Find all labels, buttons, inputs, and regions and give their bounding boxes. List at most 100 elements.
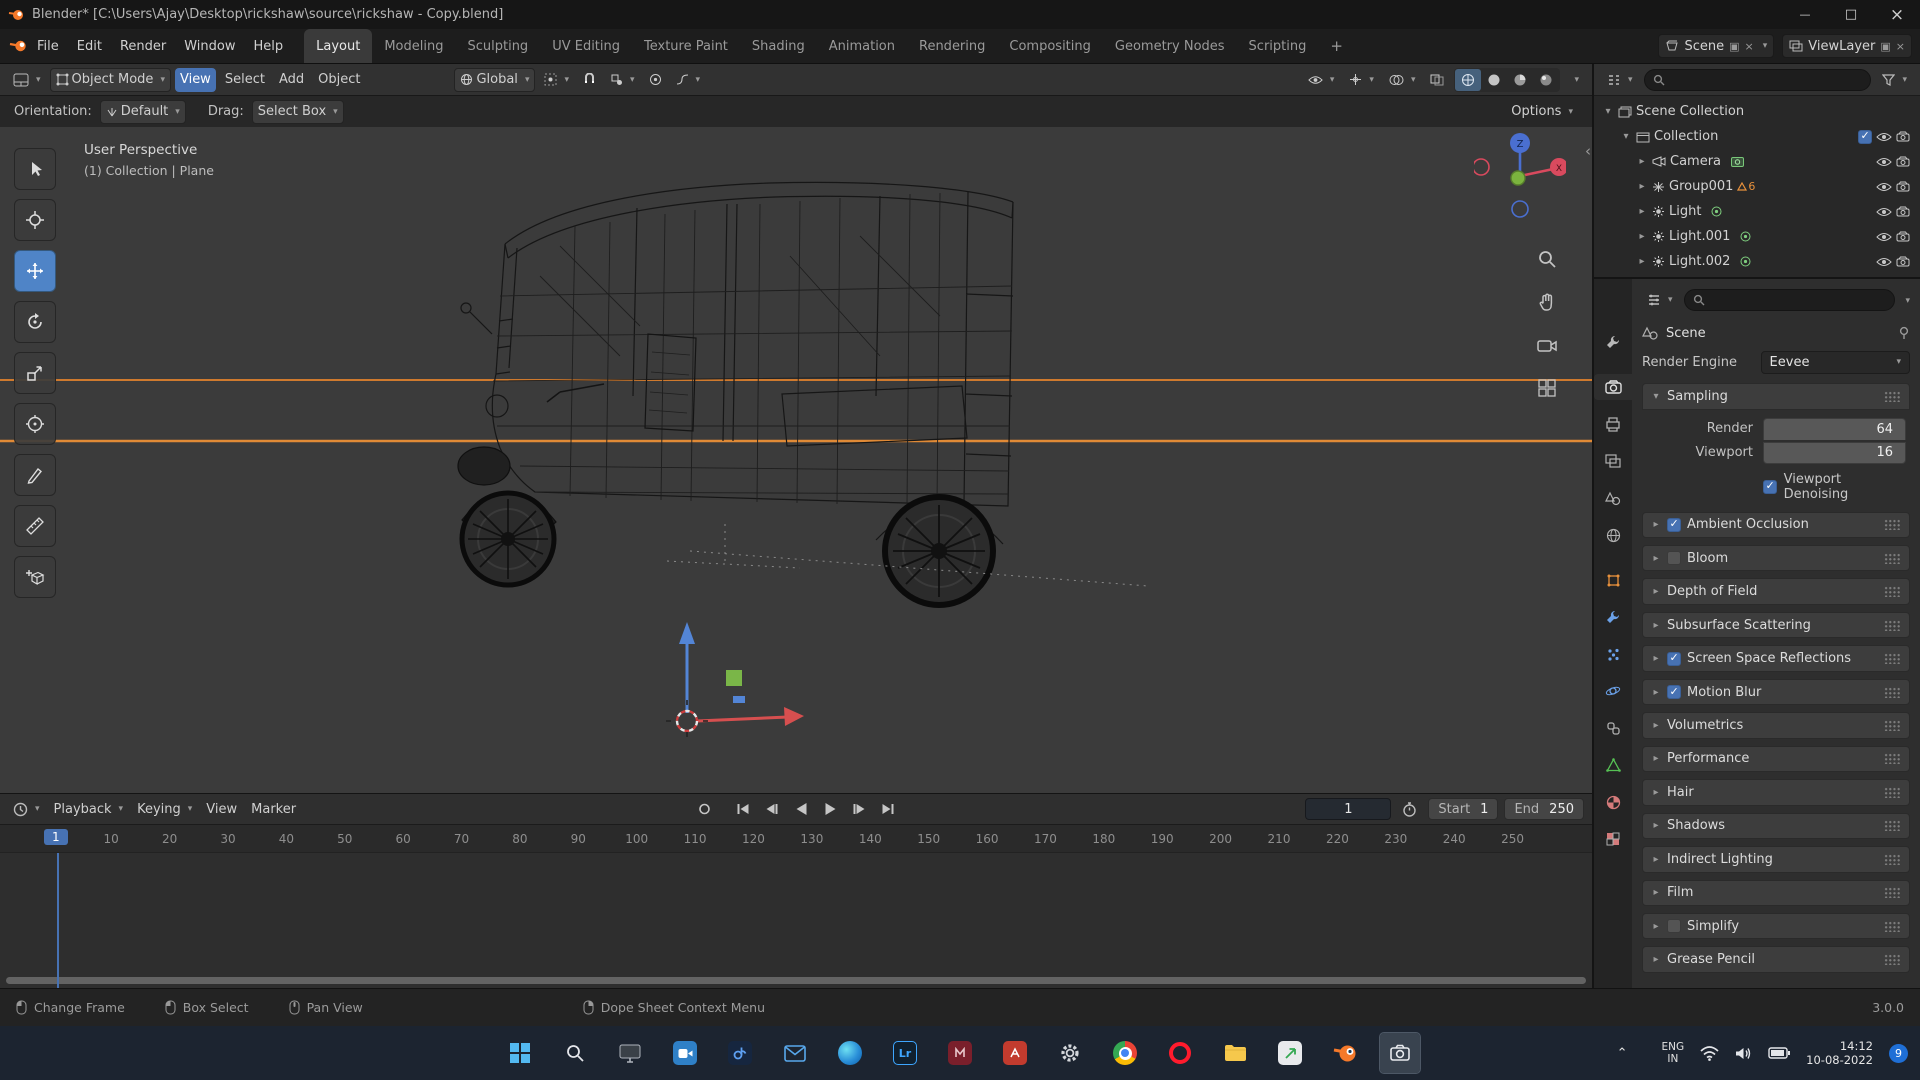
cursor-tool[interactable] (14, 199, 56, 241)
section-screen-space-reflections[interactable]: Screen Space Reflections (1642, 645, 1910, 672)
mode-dropdown[interactable]: Object Mode (49, 67, 171, 92)
move-gizmo[interactable] (679, 622, 804, 726)
remove-viewlayer-icon[interactable]: × (1896, 40, 1905, 53)
orthographic-toggle-button[interactable] (1534, 375, 1560, 401)
previous-keyframe-button[interactable] (760, 798, 785, 820)
add-cube-tool[interactable] (14, 556, 56, 598)
tab-sculpting[interactable]: Sculpting (455, 29, 540, 63)
drag-grip-icon[interactable] (1884, 853, 1901, 865)
red-app-button[interactable] (995, 1033, 1035, 1073)
snap-target-dropdown[interactable] (605, 68, 640, 92)
tab-particles[interactable] (1597, 641, 1629, 667)
settings-button[interactable] (1050, 1033, 1090, 1073)
section-shadows[interactable]: Shadows (1642, 812, 1910, 840)
sampling-render-field[interactable]: 64 (1763, 417, 1906, 440)
hide-eye-icon[interactable] (1876, 182, 1892, 192)
outliner-row-camera[interactable]: Camera (1594, 149, 1920, 174)
rotate-tool[interactable] (14, 301, 56, 343)
disable-render-icon[interactable] (1896, 181, 1910, 192)
hide-eye-icon[interactable] (1876, 257, 1892, 267)
outliner-row-light-002[interactable]: Light.002 (1594, 249, 1920, 274)
edge-browser-button[interactable] (830, 1033, 870, 1073)
outliner-row-light[interactable]: Light (1594, 199, 1920, 224)
blue-glyph-app-button[interactable] (720, 1033, 760, 1073)
next-keyframe-button[interactable] (847, 798, 872, 820)
tab-geometry-nodes[interactable]: Geometry Nodes (1103, 29, 1237, 63)
hide-eye-icon[interactable] (1876, 157, 1892, 167)
outliner-row-scene-collection[interactable]: Scene Collection (1594, 99, 1920, 124)
menu-timeline-view[interactable]: View (201, 797, 242, 821)
outliner-search-input[interactable] (1643, 68, 1872, 91)
drag-grip-icon[interactable] (1884, 686, 1901, 698)
hide-eye-icon[interactable] (1876, 232, 1892, 242)
tab-view-layer[interactable] (1597, 448, 1629, 474)
scene-selector[interactable]: Scene ▣ × (1658, 34, 1775, 58)
render-engine-dropdown[interactable]: Eevee (1760, 350, 1910, 374)
properties-editor-type-button[interactable] (1642, 288, 1678, 312)
menu-add[interactable]: Add (274, 68, 309, 92)
shading-wireframe-button[interactable] (1455, 68, 1482, 91)
annotate-tool[interactable] (14, 454, 56, 496)
tray-expand-chevron[interactable] (1617, 1046, 1628, 1061)
auto-key-button[interactable] (692, 798, 717, 820)
selected-plane-outline[interactable] (0, 379, 1592, 443)
section-performance[interactable]: Performance (1642, 745, 1910, 773)
current-frame-field[interactable]: 1 (1305, 798, 1392, 820)
visibility-dropdown[interactable] (1303, 68, 1340, 92)
screenshot-tool-button[interactable] (1379, 1032, 1421, 1074)
overlays-dropdown[interactable] (1384, 68, 1421, 92)
tab-uv-editing[interactable]: UV Editing (540, 29, 632, 63)
section-volumetrics[interactable]: Volumetrics (1642, 712, 1910, 739)
end-frame-field[interactable]: End 250 (1504, 798, 1584, 820)
tab-object[interactable] (1597, 567, 1629, 593)
volume-icon[interactable] (1735, 1046, 1752, 1061)
disable-render-icon[interactable] (1896, 231, 1910, 242)
tab-rendering[interactable]: Rendering (907, 29, 997, 63)
search-button[interactable] (555, 1033, 595, 1073)
play-button[interactable] (818, 798, 843, 820)
blender-menu-icon[interactable] (8, 38, 28, 54)
shading-rendered-button[interactable] (1533, 69, 1559, 91)
tab-compositing[interactable]: Compositing (997, 29, 1103, 63)
section-grease-pencil[interactable]: Grease Pencil (1642, 946, 1910, 973)
drag-grip-icon[interactable] (1884, 820, 1901, 832)
disable-render-icon[interactable] (1896, 256, 1910, 267)
collection-checkbox[interactable] (1858, 129, 1872, 144)
tab-animation[interactable]: Animation (817, 29, 907, 63)
snap-toggle[interactable] (578, 68, 601, 92)
section-simplify[interactable]: Simplify (1642, 913, 1910, 940)
sidebar-collapse-arrow[interactable] (1585, 142, 1591, 160)
disclosure-icon[interactable] (1636, 256, 1648, 267)
minimize-button[interactable] (1782, 0, 1828, 29)
scale-tool[interactable] (14, 352, 56, 394)
tab-modifiers[interactable] (1597, 604, 1629, 630)
notification-badge[interactable]: 9 (1889, 1043, 1908, 1063)
gizmo-y-handle[interactable] (726, 670, 742, 686)
rickshaw-wireframe-model[interactable] (457, 181, 1014, 545)
outliner-editor-type-button[interactable] (1602, 68, 1638, 92)
tab-physics[interactable] (1597, 678, 1629, 704)
disable-render-icon[interactable] (1896, 131, 1910, 142)
tab-shading[interactable]: Shading (740, 29, 817, 63)
ssr-checkbox[interactable] (1667, 651, 1681, 666)
tab-layout[interactable]: Layout (304, 29, 373, 63)
disable-render-icon[interactable] (1896, 206, 1910, 217)
section-subsurface-scattering[interactable]: Subsurface Scattering (1642, 611, 1910, 639)
ruler-ticks[interactable]: 10 20 30 40 50 60 70 80 90 100 110 120 130 140 150 160 1… (0, 825, 1592, 852)
section-film[interactable]: Film (1642, 879, 1910, 907)
tab-render[interactable] (1594, 374, 1632, 400)
viewport-3d[interactable]: Orientation: Default Drag: Select Box Op… (0, 96, 1592, 793)
disclosure-icon[interactable] (1636, 181, 1648, 192)
current-frame-indicator[interactable]: 1 (44, 829, 68, 845)
disclosure-icon[interactable] (1636, 156, 1648, 167)
jump-to-start-button[interactable] (731, 798, 756, 820)
disclosure-icon[interactable] (1636, 206, 1648, 217)
transform-tool[interactable] (14, 403, 56, 445)
disable-render-icon[interactable] (1896, 156, 1910, 167)
mail-app-button[interactable] (775, 1033, 815, 1073)
gizmo-minus-z-axis[interactable] (1511, 200, 1529, 218)
options-dropdown[interactable]: Options (1506, 100, 1578, 124)
camera-view-button[interactable] (1534, 332, 1560, 358)
orientation-dropdown[interactable]: Global (454, 67, 536, 92)
section-ambient-occlusion[interactable]: Ambient Occlusion (1642, 511, 1910, 539)
